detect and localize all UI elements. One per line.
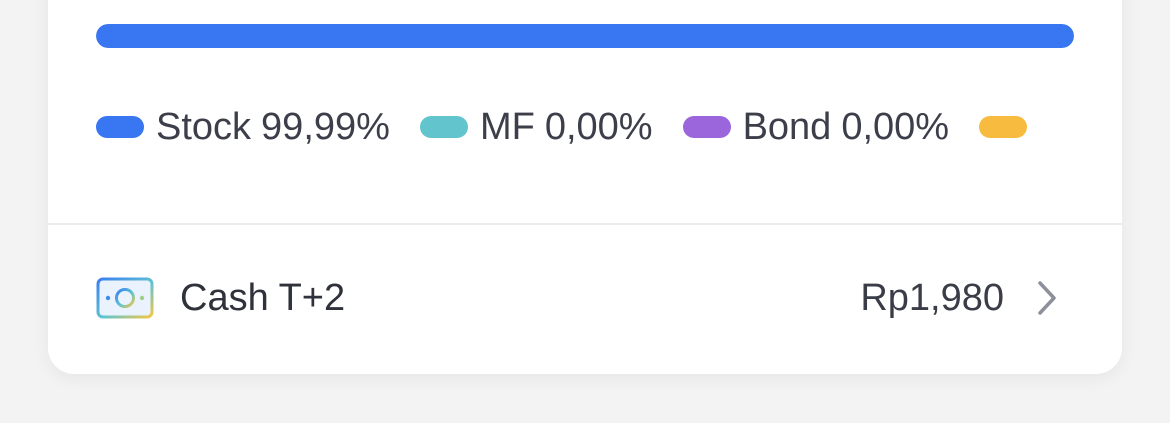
portfolio-card: Stock 99,99% MF 0,00% Bond 0,00% Cash T+… (48, 0, 1122, 374)
legend-value-bond: 0,00% (841, 105, 950, 148)
cash-icon (96, 277, 154, 319)
legend-item-mf: MF 0,00% (419, 105, 653, 149)
cash-t2-row[interactable]: Cash T+2 Rp1,980 (48, 225, 1122, 374)
allocation-legend: Stock 99,99% MF 0,00% Bond 0,00% (96, 105, 1069, 149)
legend-value-stock: 99,99% (261, 105, 390, 148)
legend-swatch-mf (419, 116, 468, 138)
chevron-right-icon (1038, 281, 1056, 315)
legend-item-stock: Stock 99,99% (96, 106, 390, 149)
legend-item-bond: Bond 0,00% (682, 105, 950, 149)
legend-value-mf: 0,00% (544, 105, 653, 148)
legend-label-stock: Stock (156, 105, 252, 148)
legend-item-other (979, 116, 1039, 138)
allocation-bar-fill-stock (96, 24, 1074, 48)
legend-swatch-stock (96, 116, 144, 138)
legend-swatch-bond (682, 116, 731, 138)
cash-t2-value: Rp1,980 (860, 277, 1004, 319)
legend-swatch-other (979, 116, 1028, 138)
legend-label-mf: MF (479, 105, 535, 148)
allocation-bar (96, 24, 1074, 48)
cash-t2-label: Cash T+2 (180, 277, 346, 319)
legend-label-bond: Bond (742, 105, 832, 148)
